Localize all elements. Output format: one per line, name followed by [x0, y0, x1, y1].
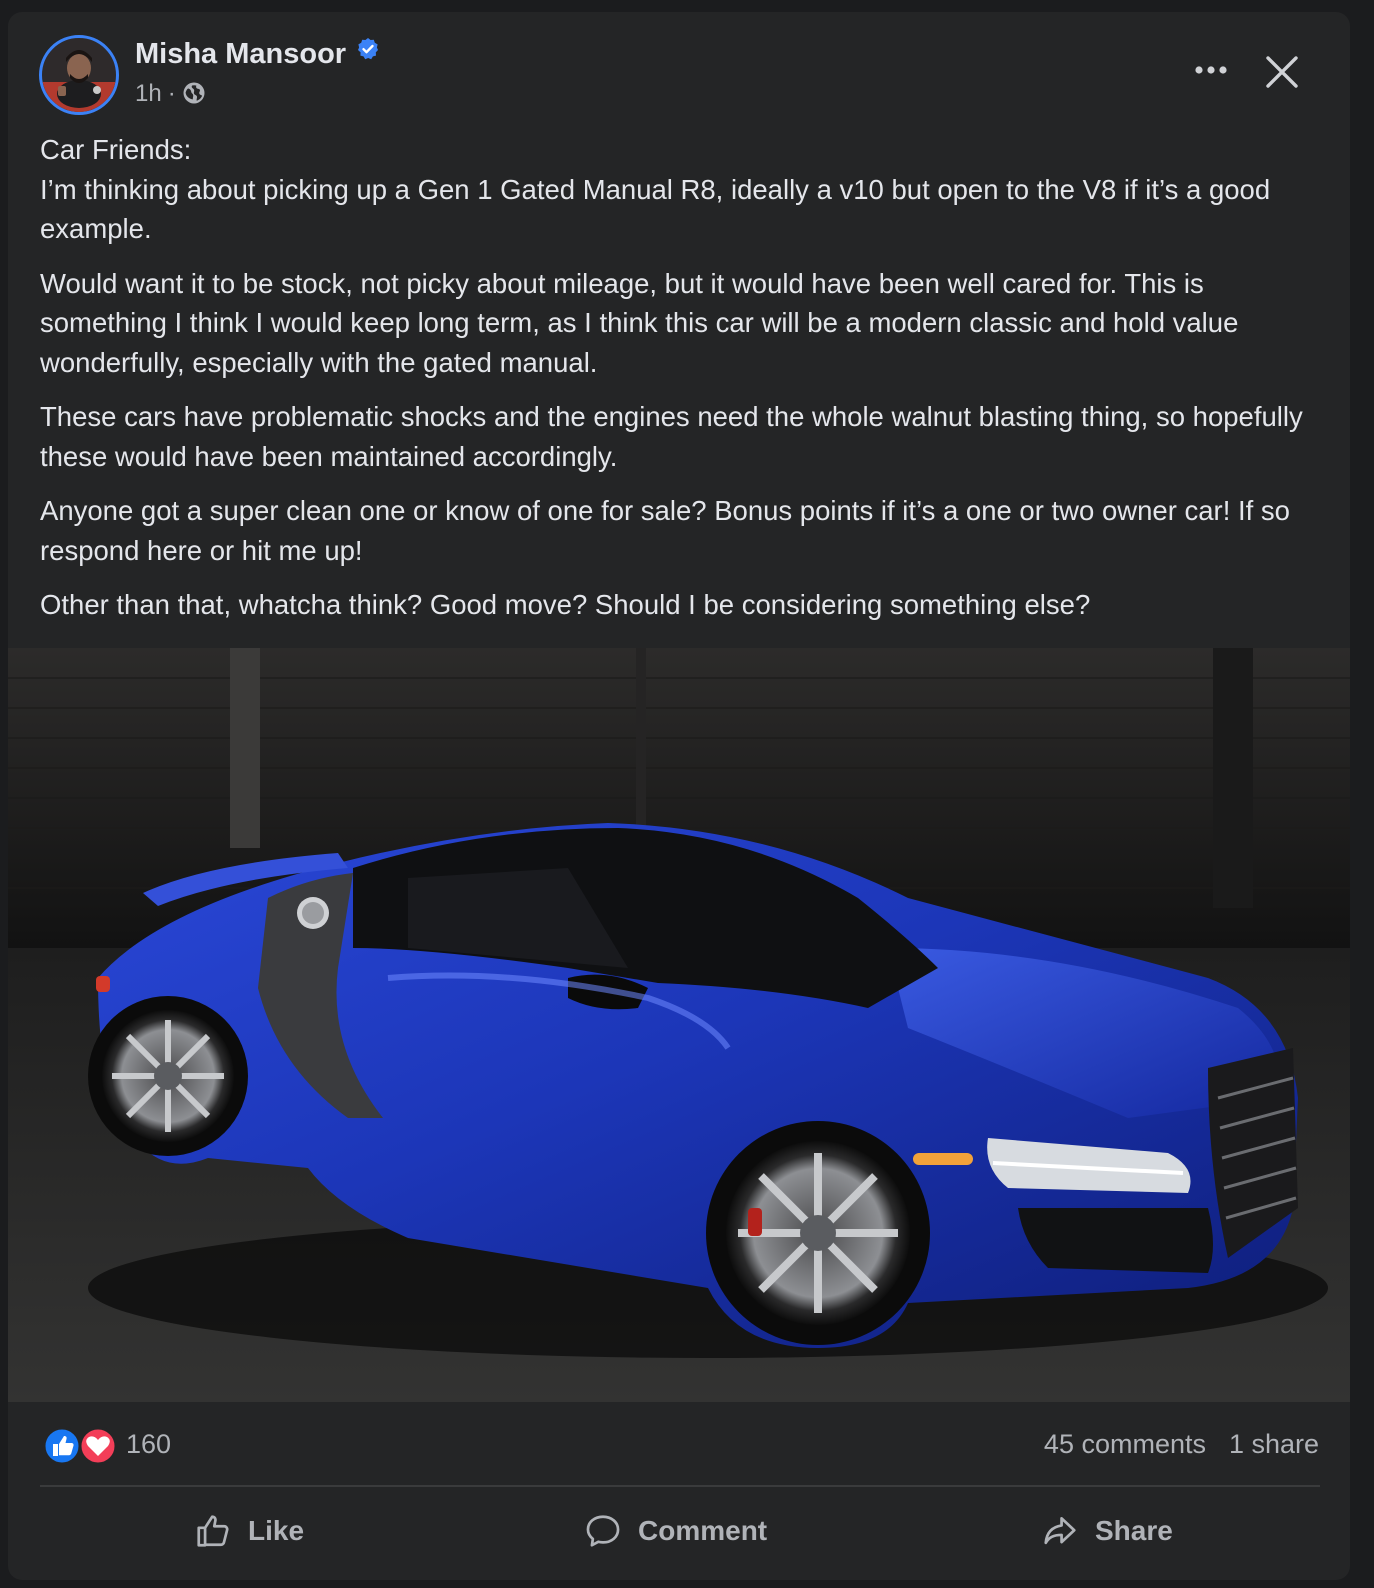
thumbs-up-icon	[197, 1515, 229, 1547]
globe-icon	[183, 82, 205, 104]
like-button[interactable]: Like	[194, 1504, 304, 1558]
post-card: Misha Mansoor 1h · Car Friends: I’m think…	[8, 12, 1350, 1580]
car-photo-illustration	[8, 648, 1350, 1402]
post-time[interactable]: 1h	[135, 80, 162, 107]
post-paragraph-4: Anyone got a super clean one or know of …	[40, 495, 1290, 566]
reaction-icons-group	[42, 1426, 118, 1466]
author-avatar[interactable]	[39, 35, 119, 115]
close-button[interactable]	[1260, 50, 1304, 94]
post-photo[interactable]	[8, 648, 1350, 1402]
comment-bubble-icon	[586, 1515, 620, 1547]
post-text: Car Friends: I’m thinking about picking …	[40, 130, 1330, 640]
share-button[interactable]: Share	[1041, 1504, 1173, 1558]
shares-count[interactable]: 1 share	[1229, 1429, 1319, 1460]
love-reaction-icon	[78, 1426, 118, 1466]
avatar-portrait	[42, 50, 116, 112]
actions-divider	[40, 1485, 1320, 1487]
author-name-text[interactable]: Misha Mansoor	[135, 38, 346, 70]
post-header: Misha Mansoor 1h ·	[8, 12, 1350, 122]
more-options-button[interactable]	[1188, 52, 1234, 88]
reactions-count[interactable]: 160	[126, 1429, 171, 1460]
like-reaction-icon	[42, 1426, 82, 1466]
like-label: Like	[248, 1515, 305, 1546]
post-actions: Like Comment Share	[8, 1492, 1350, 1572]
post-paragraph-2: Would want it to be stock, not picky abo…	[40, 267, 1239, 378]
comment-label: Comment	[638, 1515, 768, 1546]
reactions-summary[interactable]	[42, 1426, 120, 1466]
post-stats: 160 45 comments 1 share	[8, 1404, 1350, 1486]
post-paragraph-5: Other than that, whatcha think? Good mov…	[40, 589, 1091, 620]
comment-button[interactable]: Comment	[584, 1504, 767, 1558]
post-meta: 1h ·	[135, 80, 206, 108]
verified-badge-icon	[358, 38, 379, 60]
close-icon	[1266, 56, 1298, 88]
meta-separator: ·	[167, 80, 176, 107]
share-label: Share	[1095, 1515, 1173, 1546]
post-paragraph-3: These cars have problematic shocks and t…	[40, 401, 1303, 472]
author-name[interactable]: Misha Mansoor	[135, 37, 380, 71]
share-arrow-icon	[1044, 1516, 1076, 1545]
comments-count[interactable]: 45 comments	[1044, 1429, 1206, 1460]
post-paragraph-1: Car Friends: I’m thinking about picking …	[40, 134, 1271, 244]
more-options-icon	[1195, 66, 1227, 74]
